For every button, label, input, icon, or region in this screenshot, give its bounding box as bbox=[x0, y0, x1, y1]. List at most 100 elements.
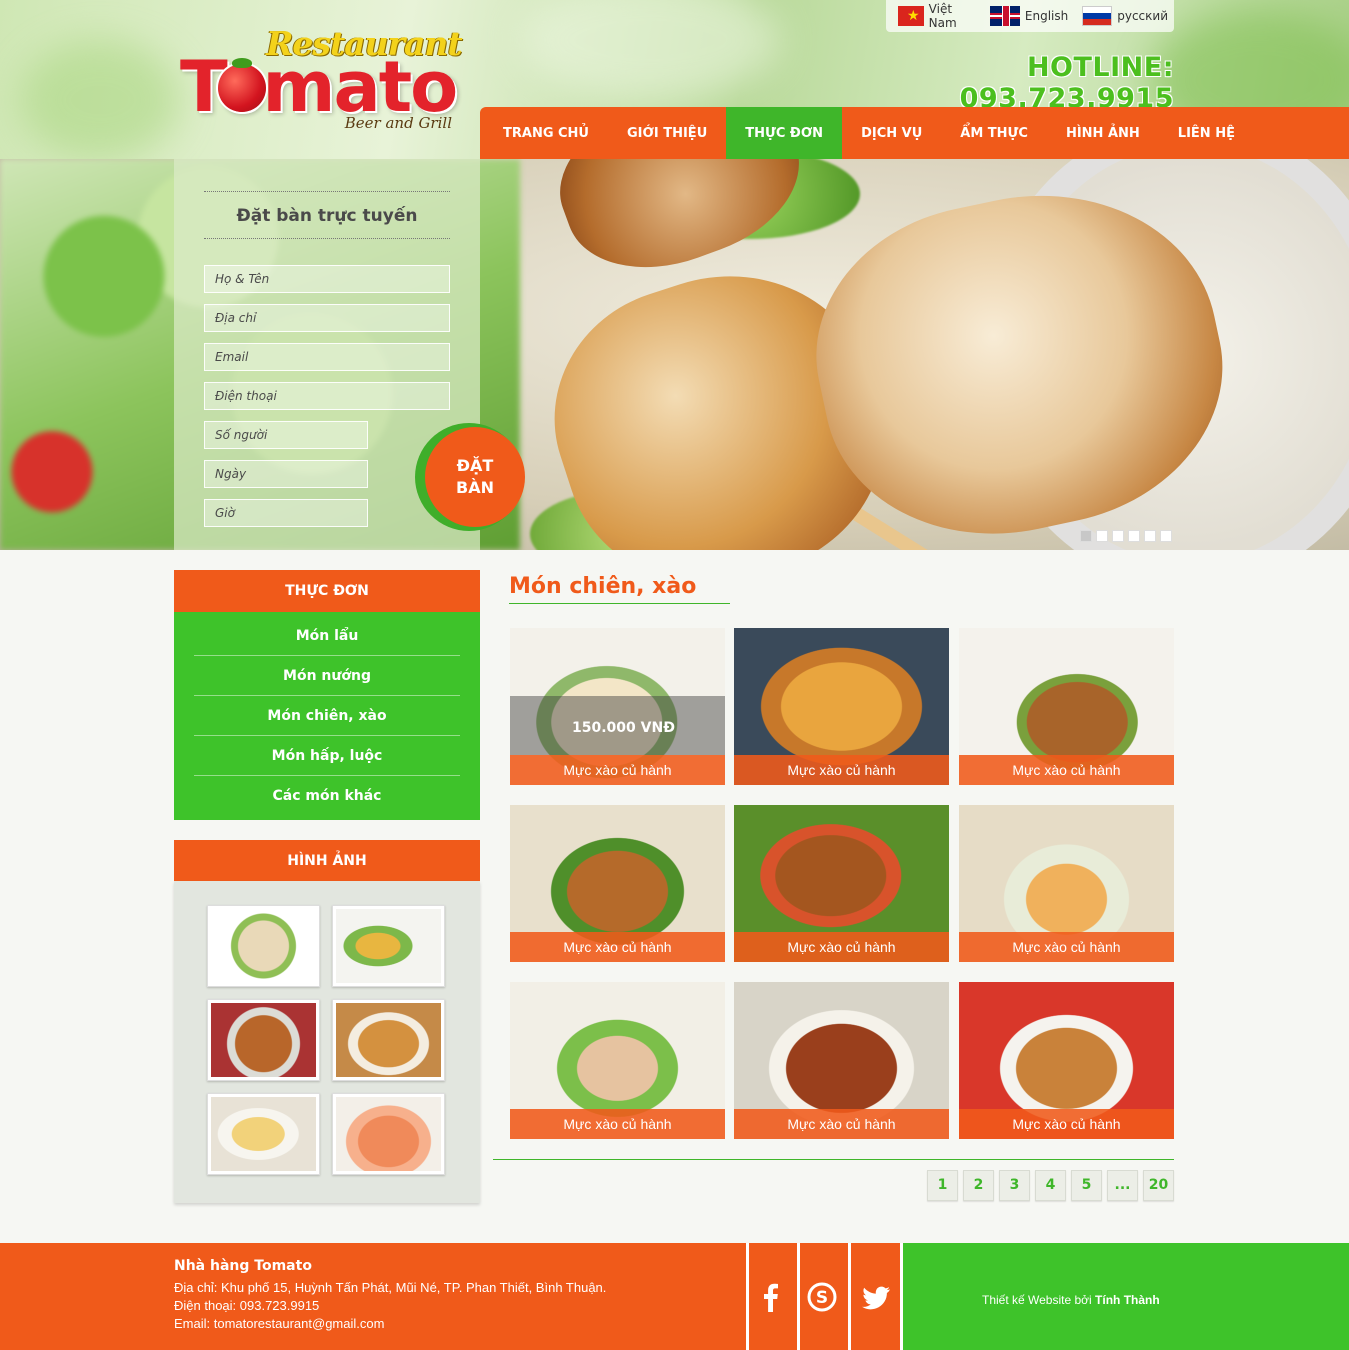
credit-designer-link[interactable]: Tính Thành bbox=[1095, 1293, 1160, 1307]
book-button-label: BÀN bbox=[456, 478, 494, 497]
nav-item-about[interactable]: GIỚI THIỆU bbox=[608, 107, 726, 159]
slider-dot[interactable] bbox=[1128, 530, 1140, 542]
category-title: Món chiên, xào bbox=[509, 574, 697, 599]
facebook-link[interactable] bbox=[746, 1243, 793, 1350]
nav-item-contact[interactable]: LIÊN HỆ bbox=[1159, 107, 1254, 159]
menu-item-steamed[interactable]: Món hấp, luộc bbox=[194, 736, 460, 776]
dish-card[interactable]: Mực xào củ hành bbox=[959, 982, 1174, 1139]
slider-dot[interactable] bbox=[1160, 530, 1172, 542]
page-button[interactable]: 2 bbox=[963, 1170, 994, 1201]
twitter-icon bbox=[861, 1286, 890, 1309]
logo-tagline: Beer and Grill bbox=[344, 114, 452, 132]
dish-caption: Mực xào củ hành bbox=[510, 1109, 725, 1139]
category-title-underline bbox=[509, 603, 730, 604]
dish-card[interactable]: Mực xào củ hành bbox=[510, 982, 725, 1139]
svg-text:S: S bbox=[816, 1288, 828, 1308]
slider-dot[interactable] bbox=[1112, 530, 1124, 542]
pagination: 1 2 3 4 5 ... 20 bbox=[927, 1170, 1174, 1201]
booking-address-input[interactable] bbox=[204, 304, 450, 332]
dish-caption: Mực xào củ hành bbox=[510, 932, 725, 962]
dish-card[interactable]: Mực xào củ hành bbox=[959, 805, 1174, 962]
menu-item-grilled[interactable]: Món nướng bbox=[194, 656, 460, 696]
credit-prefix: Thiết kế Website bởi bbox=[982, 1293, 1092, 1307]
footer-email[interactable]: Email: tomatorestaurant@gmail.com bbox=[174, 1315, 606, 1333]
footer-credit: Thiết kế Website bởi Tính Thành bbox=[982, 1293, 1160, 1307]
dish-card[interactable]: Mực xào củ hành bbox=[959, 628, 1174, 785]
dish-caption: Mực xào củ hành bbox=[734, 755, 949, 785]
page-button[interactable]: 5 bbox=[1071, 1170, 1102, 1201]
page-button[interactable]: 1 bbox=[927, 1170, 958, 1201]
slider-dot[interactable] bbox=[1096, 530, 1108, 542]
page-ellipsis: ... bbox=[1107, 1170, 1138, 1201]
slider-dot[interactable] bbox=[1144, 530, 1156, 542]
page-button[interactable]: 4 bbox=[1035, 1170, 1066, 1201]
page-button[interactable]: 20 bbox=[1143, 1170, 1174, 1201]
gallery-thumbnail[interactable] bbox=[207, 1093, 320, 1175]
footer-restaurant-name: Nhà hàng Tomato bbox=[174, 1258, 312, 1274]
dish-price: 150.000 VNĐ bbox=[510, 696, 725, 755]
food-photo bbox=[336, 1003, 441, 1077]
gallery-thumbnail[interactable] bbox=[332, 905, 445, 987]
twitter-link[interactable] bbox=[848, 1243, 903, 1350]
hotline[interactable]: HOTLINE: 093.723.9915 bbox=[878, 52, 1174, 114]
flag-vietnam-icon bbox=[898, 6, 924, 26]
footer-address: Địa chỉ: Khu phố 15, Huỳnh Tấn Phát, Mũi… bbox=[174, 1280, 607, 1295]
dish-card[interactable]: Mực xào củ hành bbox=[510, 805, 725, 962]
footer-phone: Điện thoại: 093.723.9915 bbox=[174, 1298, 320, 1313]
booking-phone-input[interactable] bbox=[204, 382, 450, 410]
booking-form: Đặt bàn trực tuyến ĐẶT BÀN bbox=[174, 159, 525, 550]
skype-link[interactable]: S bbox=[797, 1243, 844, 1350]
booking-name-input[interactable] bbox=[204, 265, 450, 293]
hero-slider: Đặt bàn trực tuyến ĐẶT BÀN bbox=[0, 159, 1349, 550]
gallery-thumbnail[interactable] bbox=[332, 1093, 445, 1175]
page-button[interactable]: 3 bbox=[999, 1170, 1030, 1201]
menu-item-hotpot[interactable]: Món lẩu bbox=[194, 616, 460, 656]
facebook-icon bbox=[764, 1283, 778, 1312]
food-photo bbox=[336, 1097, 441, 1171]
gallery-thumbnail[interactable] bbox=[207, 905, 320, 987]
nav-item-home[interactable]: TRANG CHỦ bbox=[484, 107, 608, 159]
dish-caption: Mực xào củ hành bbox=[959, 1109, 1174, 1139]
dish-caption: Mực xào củ hành bbox=[959, 932, 1174, 962]
dish-card[interactable]: Mực xào củ hành bbox=[734, 805, 949, 962]
menu-item-others[interactable]: Các món khác bbox=[194, 776, 460, 816]
food-photo bbox=[211, 909, 316, 983]
gallery-box-title: HÌNH ẢNH bbox=[174, 840, 480, 882]
nav-item-services[interactable]: DỊCH VỤ bbox=[842, 107, 941, 159]
language-option-russian[interactable]: русский bbox=[1082, 6, 1168, 26]
slider-pagination bbox=[1080, 530, 1172, 542]
language-label: English bbox=[1024, 9, 1069, 23]
menu-box-title: THỰC ĐƠN bbox=[174, 570, 480, 612]
site-logo[interactable]: Restaurant Tomato Beer and Grill bbox=[180, 24, 463, 136]
dish-caption: Mực xào củ hành bbox=[959, 755, 1174, 785]
site-footer: Nhà hàng Tomato Địa chỉ: Khu phố 15, Huỳ… bbox=[0, 1243, 1349, 1350]
flag-russia-icon bbox=[1082, 6, 1113, 26]
category-menu: Món lẩu Món nướng Món chiên, xào Món hấp… bbox=[174, 612, 480, 820]
dish-caption: Mực xào củ hành bbox=[734, 1109, 949, 1139]
language-label: Việt Nam bbox=[928, 2, 957, 30]
gallery-thumbnail[interactable] bbox=[332, 999, 445, 1081]
book-button-label: ĐẶT bbox=[456, 456, 494, 475]
dish-caption: Mực xào củ hành bbox=[734, 932, 949, 962]
booking-people-input[interactable] bbox=[204, 421, 368, 449]
booking-time-input[interactable] bbox=[204, 499, 368, 527]
booking-email-input[interactable] bbox=[204, 343, 450, 371]
language-label: русский bbox=[1117, 9, 1168, 23]
nav-item-menu[interactable]: THỰC ĐƠN bbox=[726, 107, 843, 159]
book-table-button[interactable]: ĐẶT BÀN bbox=[425, 427, 525, 527]
nav-item-cuisine[interactable]: ẨM THỰC bbox=[941, 107, 1047, 159]
language-option-english[interactable]: English bbox=[989, 6, 1069, 26]
menu-item-fried[interactable]: Món chiên, xào bbox=[194, 696, 460, 736]
dish-card[interactable]: Mực xào củ hành bbox=[734, 628, 949, 785]
food-photo bbox=[336, 909, 441, 983]
gallery-thumbnail[interactable] bbox=[207, 999, 320, 1081]
language-option-vietnamese[interactable]: Việt Nam bbox=[898, 2, 976, 30]
flag-uk-icon bbox=[989, 6, 1020, 26]
nav-item-gallery[interactable]: HÌNH ẢNH bbox=[1047, 107, 1159, 159]
dish-card[interactable]: Mực xào củ hành bbox=[734, 982, 949, 1139]
tomato-icon bbox=[218, 58, 266, 112]
skype-icon: S bbox=[807, 1282, 837, 1311]
slider-dot[interactable] bbox=[1080, 530, 1092, 542]
dish-card[interactable]: 150.000 VNĐ Mực xào củ hành bbox=[510, 628, 725, 785]
booking-date-input[interactable] bbox=[204, 460, 368, 488]
